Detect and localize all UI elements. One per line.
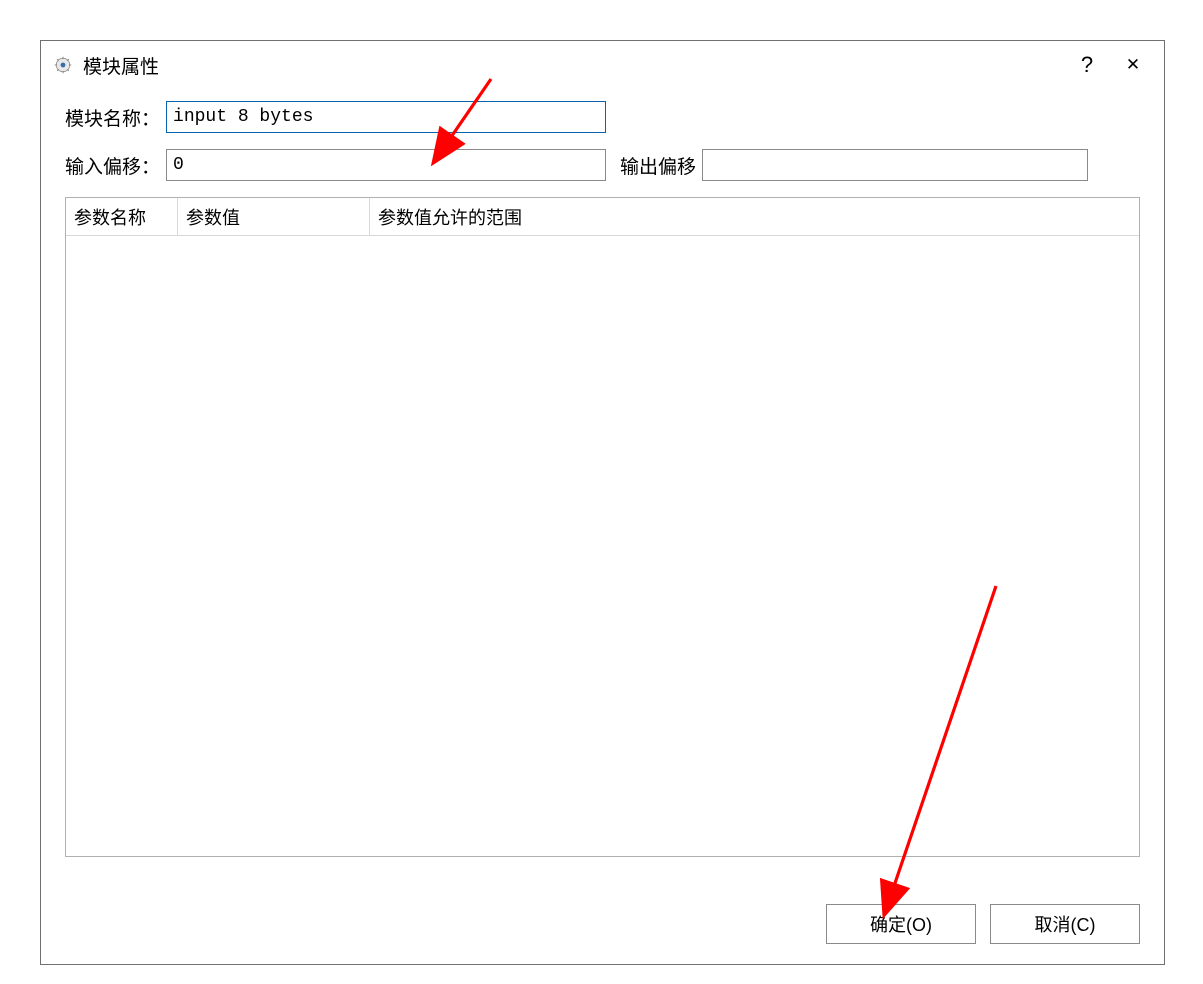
input-offset-input[interactable]: [166, 149, 606, 181]
parameters-table: 参数名称 参数值 参数值允许的范围: [65, 197, 1140, 857]
output-offset-label: 输出偏移: [620, 152, 696, 179]
gear-icon: [53, 55, 73, 75]
module-name-input[interactable]: [166, 101, 606, 133]
module-properties-dialog: 模块属性 ? ✕ 模块名称： 输入偏移： 输出偏移 参数名称 参数值 参数值允许…: [40, 40, 1165, 965]
output-offset-input[interactable]: [702, 149, 1088, 181]
close-button[interactable]: ✕: [1110, 50, 1156, 80]
input-offset-label: 输入偏移：: [65, 152, 160, 179]
ok-button[interactable]: 确定(O): [826, 904, 976, 944]
titlebar: 模块属性 ? ✕: [41, 41, 1164, 89]
table-header-param-value[interactable]: 参数值: [178, 198, 370, 235]
form-area: 模块名称： 输入偏移： 输出偏移: [41, 89, 1164, 181]
offset-row: 输入偏移： 输出偏移: [65, 149, 1140, 181]
table-header-param-name[interactable]: 参数名称: [66, 198, 178, 235]
dialog-buttons: 确定(O) 取消(C): [826, 904, 1140, 944]
module-name-row: 模块名称：: [65, 101, 1140, 133]
table-header: 参数名称 参数值 参数值允许的范围: [66, 198, 1139, 236]
help-button[interactable]: ?: [1064, 50, 1110, 80]
module-name-label: 模块名称：: [65, 104, 160, 131]
table-header-param-range[interactable]: 参数值允许的范围: [370, 198, 1139, 235]
cancel-button[interactable]: 取消(C): [990, 904, 1140, 944]
dialog-title: 模块属性: [83, 52, 159, 79]
